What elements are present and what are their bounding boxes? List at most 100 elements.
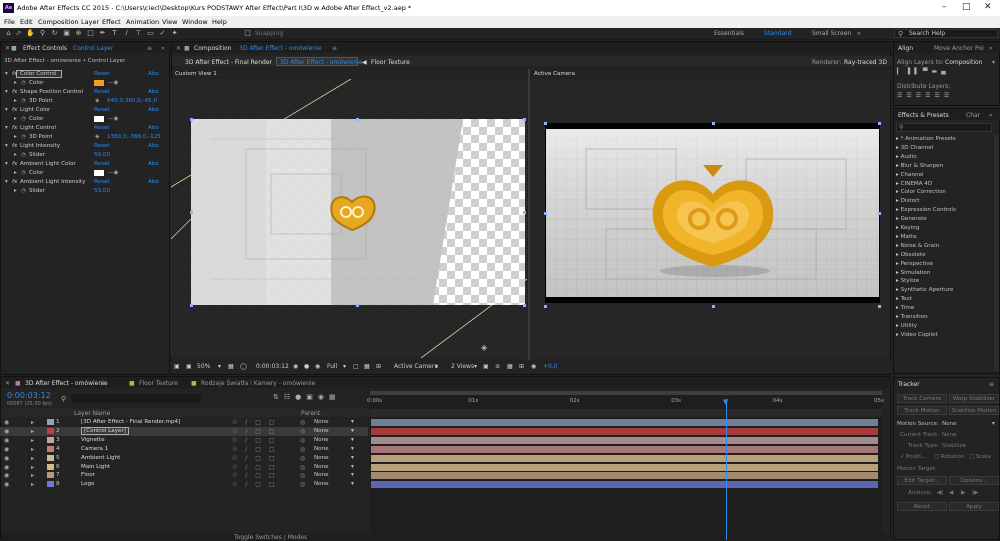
effect-row[interactable]: ▸ ◔ Slider 53,00: [1, 187, 171, 196]
flowchart-icon[interactable]: ⊞: [519, 363, 524, 370]
effects-category[interactable]: ▸ Color Correction: [896, 189, 946, 195]
effects-category[interactable]: ▸ Stylize: [896, 278, 919, 284]
effect-row[interactable]: ▸ ◔ Color —◉: [1, 115, 171, 124]
effects-category[interactable]: ▸ * Animation Presets: [896, 136, 956, 142]
search-help-input[interactable]: Search Help: [894, 29, 998, 38]
effects-category[interactable]: ▸ Video Copilot: [896, 332, 938, 338]
effects-category[interactable]: ▸ Channel: [896, 172, 924, 178]
rectangle-tool-icon[interactable]: □: [86, 29, 95, 38]
transform-handle[interactable]: [878, 305, 881, 308]
reset-link[interactable]: Reset: [94, 125, 110, 131]
track-motion-button[interactable]: Track Motion: [897, 406, 947, 415]
transform-handle[interactable]: [878, 122, 881, 125]
label-color-swatch[interactable]: [47, 454, 54, 461]
label-color-swatch[interactable]: [47, 481, 54, 488]
effects-category[interactable]: ▸ Generate: [896, 216, 927, 222]
layer-row[interactable]: ◉ ▸ 8 Logo ☉ ∕ □ □ ◎ None ▾: [0, 480, 368, 489]
effect-row[interactable]: ▾ fx Color Control Reset Abo: [1, 70, 171, 79]
menu-edit[interactable]: Edit: [20, 18, 33, 26]
effect-value[interactable]: 59,00: [94, 152, 110, 158]
parent-pickwhip-icon[interactable]: ◎: [300, 428, 305, 435]
effects-category[interactable]: ▸ Text: [896, 296, 912, 302]
analyze-forward-frame-icon[interactable]: |▶: [972, 490, 978, 496]
3d-view-popup-icon[interactable]: ⊞: [376, 363, 381, 370]
fx-toggle-icon[interactable]: fx: [12, 179, 17, 185]
playhead-handle-icon[interactable]: ▼: [723, 398, 730, 406]
effects-category[interactable]: ▸ Simulation: [896, 270, 930, 276]
current-time-display[interactable]: 0:00:03:12: [256, 363, 289, 370]
fx-toggle-icon[interactable]: fx: [12, 125, 17, 131]
tab-timeline-floor-texture[interactable]: Floor Texture: [139, 380, 178, 387]
motion-source-arrow-icon[interactable]: ▾: [992, 421, 995, 427]
type-tool-icon[interactable]: T: [110, 29, 119, 38]
layer-switches-icons[interactable]: ☉ ∕ □ □: [232, 446, 277, 453]
transform-handle[interactable]: [712, 122, 715, 125]
twirl-icon[interactable]: ▸: [31, 446, 34, 453]
transform-handle[interactable]: [190, 211, 193, 214]
pen-tool-icon[interactable]: ✒: [98, 29, 107, 38]
panel-overflow-icon[interactable]: »: [989, 45, 993, 52]
twirl-icon[interactable]: ▸: [14, 170, 17, 176]
point-target-icon[interactable]: ◈: [95, 98, 99, 104]
parent-dropdown-arrow-icon[interactable]: ▾: [351, 437, 354, 443]
transform-handle[interactable]: [544, 305, 547, 308]
label-color-swatch[interactable]: [47, 472, 54, 479]
parent-dropdown[interactable]: None: [314, 437, 329, 443]
effect-row[interactable]: ▾ fx Ambient Light Intensity Reset Abo: [1, 178, 171, 187]
panel-menu-icon[interactable]: ≡: [147, 45, 152, 52]
menu-layer[interactable]: Layer: [81, 18, 99, 26]
tab-align[interactable]: Align: [898, 45, 913, 52]
zoom-dropdown-arrow-icon[interactable]: ▾: [218, 363, 221, 370]
lock-icon[interactable]: ■: [11, 45, 17, 52]
menu-window[interactable]: Window: [182, 18, 208, 26]
label-color-swatch[interactable]: [47, 463, 54, 470]
layer-row[interactable]: ◉ ▸ 2 [Control Layer] ☉ ∕ □ □ ◎ None ▾: [0, 426, 368, 436]
effects-search-input[interactable]: [896, 123, 992, 132]
close-panel-icon[interactable]: ✕: [5, 45, 10, 52]
transform-handle[interactable]: [356, 118, 359, 121]
layer-switches-icons[interactable]: ☉ ∕ □ □: [232, 481, 277, 488]
menu-animation[interactable]: Animation: [126, 18, 159, 26]
transform-handle[interactable]: [523, 211, 526, 214]
layer-name[interactable]: Camera 1: [81, 446, 108, 452]
effect-row[interactable]: ▸ ◔ Color —◉: [1, 79, 171, 88]
menu-help[interactable]: Help: [212, 18, 227, 26]
label-color-swatch[interactable]: [47, 419, 54, 425]
visibility-eye-icon[interactable]: ◉: [4, 419, 9, 426]
stabilize-motion-button[interactable]: Stabilize Motion: [949, 406, 999, 415]
parent-dropdown-arrow-icon[interactable]: ▾: [351, 481, 354, 487]
tab-composition[interactable]: Composition: [194, 45, 231, 52]
layer-duration-bar[interactable]: [371, 481, 878, 489]
tab-character[interactable]: Char: [966, 112, 980, 119]
analyze-back-frame-icon[interactable]: ◀|: [937, 490, 943, 496]
layer-name[interactable]: [3D After Effect - Final Render.mp4]: [81, 419, 180, 425]
tab-menu-icon[interactable]: ≡: [101, 380, 106, 387]
panel-overflow-icon[interactable]: »: [989, 112, 993, 119]
tab-effects-presets[interactable]: Effects & Presets: [898, 112, 949, 119]
view-layout-dropdown[interactable]: 2 Views: [451, 363, 474, 370]
lock-icon[interactable]: ■: [184, 45, 190, 52]
snapshot-icon[interactable]: ◉: [293, 363, 298, 370]
workspace-overflow-icon[interactable]: »: [857, 30, 861, 37]
about-link[interactable]: Abo: [148, 71, 159, 77]
tab-effect-controls-layer[interactable]: Control Layer: [73, 45, 113, 52]
reset-link[interactable]: Reset: [94, 89, 110, 95]
label-color-swatch[interactable]: [47, 436, 54, 443]
layer-name[interactable]: Vignette: [81, 437, 105, 443]
about-link[interactable]: Abo: [148, 125, 159, 131]
visibility-eye-icon[interactable]: ◉: [4, 437, 9, 444]
fx-toggle-icon[interactable]: fx: [12, 71, 17, 77]
panel-menu-icon[interactable]: ≡: [332, 45, 337, 52]
parent-pickwhip-icon[interactable]: ◎: [300, 464, 305, 471]
apply-button[interactable]: Apply: [949, 502, 999, 511]
visibility-eye-icon[interactable]: ◉: [4, 481, 9, 488]
breadcrumb-omowienie[interactable]: 3D After Effect - omówienie: [280, 59, 363, 66]
track-type-dropdown[interactable]: Stabilize: [942, 443, 966, 449]
twirl-icon[interactable]: ▾: [5, 89, 8, 95]
parent-dropdown[interactable]: None: [314, 446, 329, 452]
color-swatch[interactable]: [94, 116, 104, 122]
twirl-icon[interactable]: ▸: [31, 472, 34, 479]
about-link[interactable]: Abo: [148, 107, 159, 113]
effects-category[interactable]: ▸ Expression Controls: [896, 207, 956, 213]
label-color-swatch[interactable]: [47, 427, 54, 434]
